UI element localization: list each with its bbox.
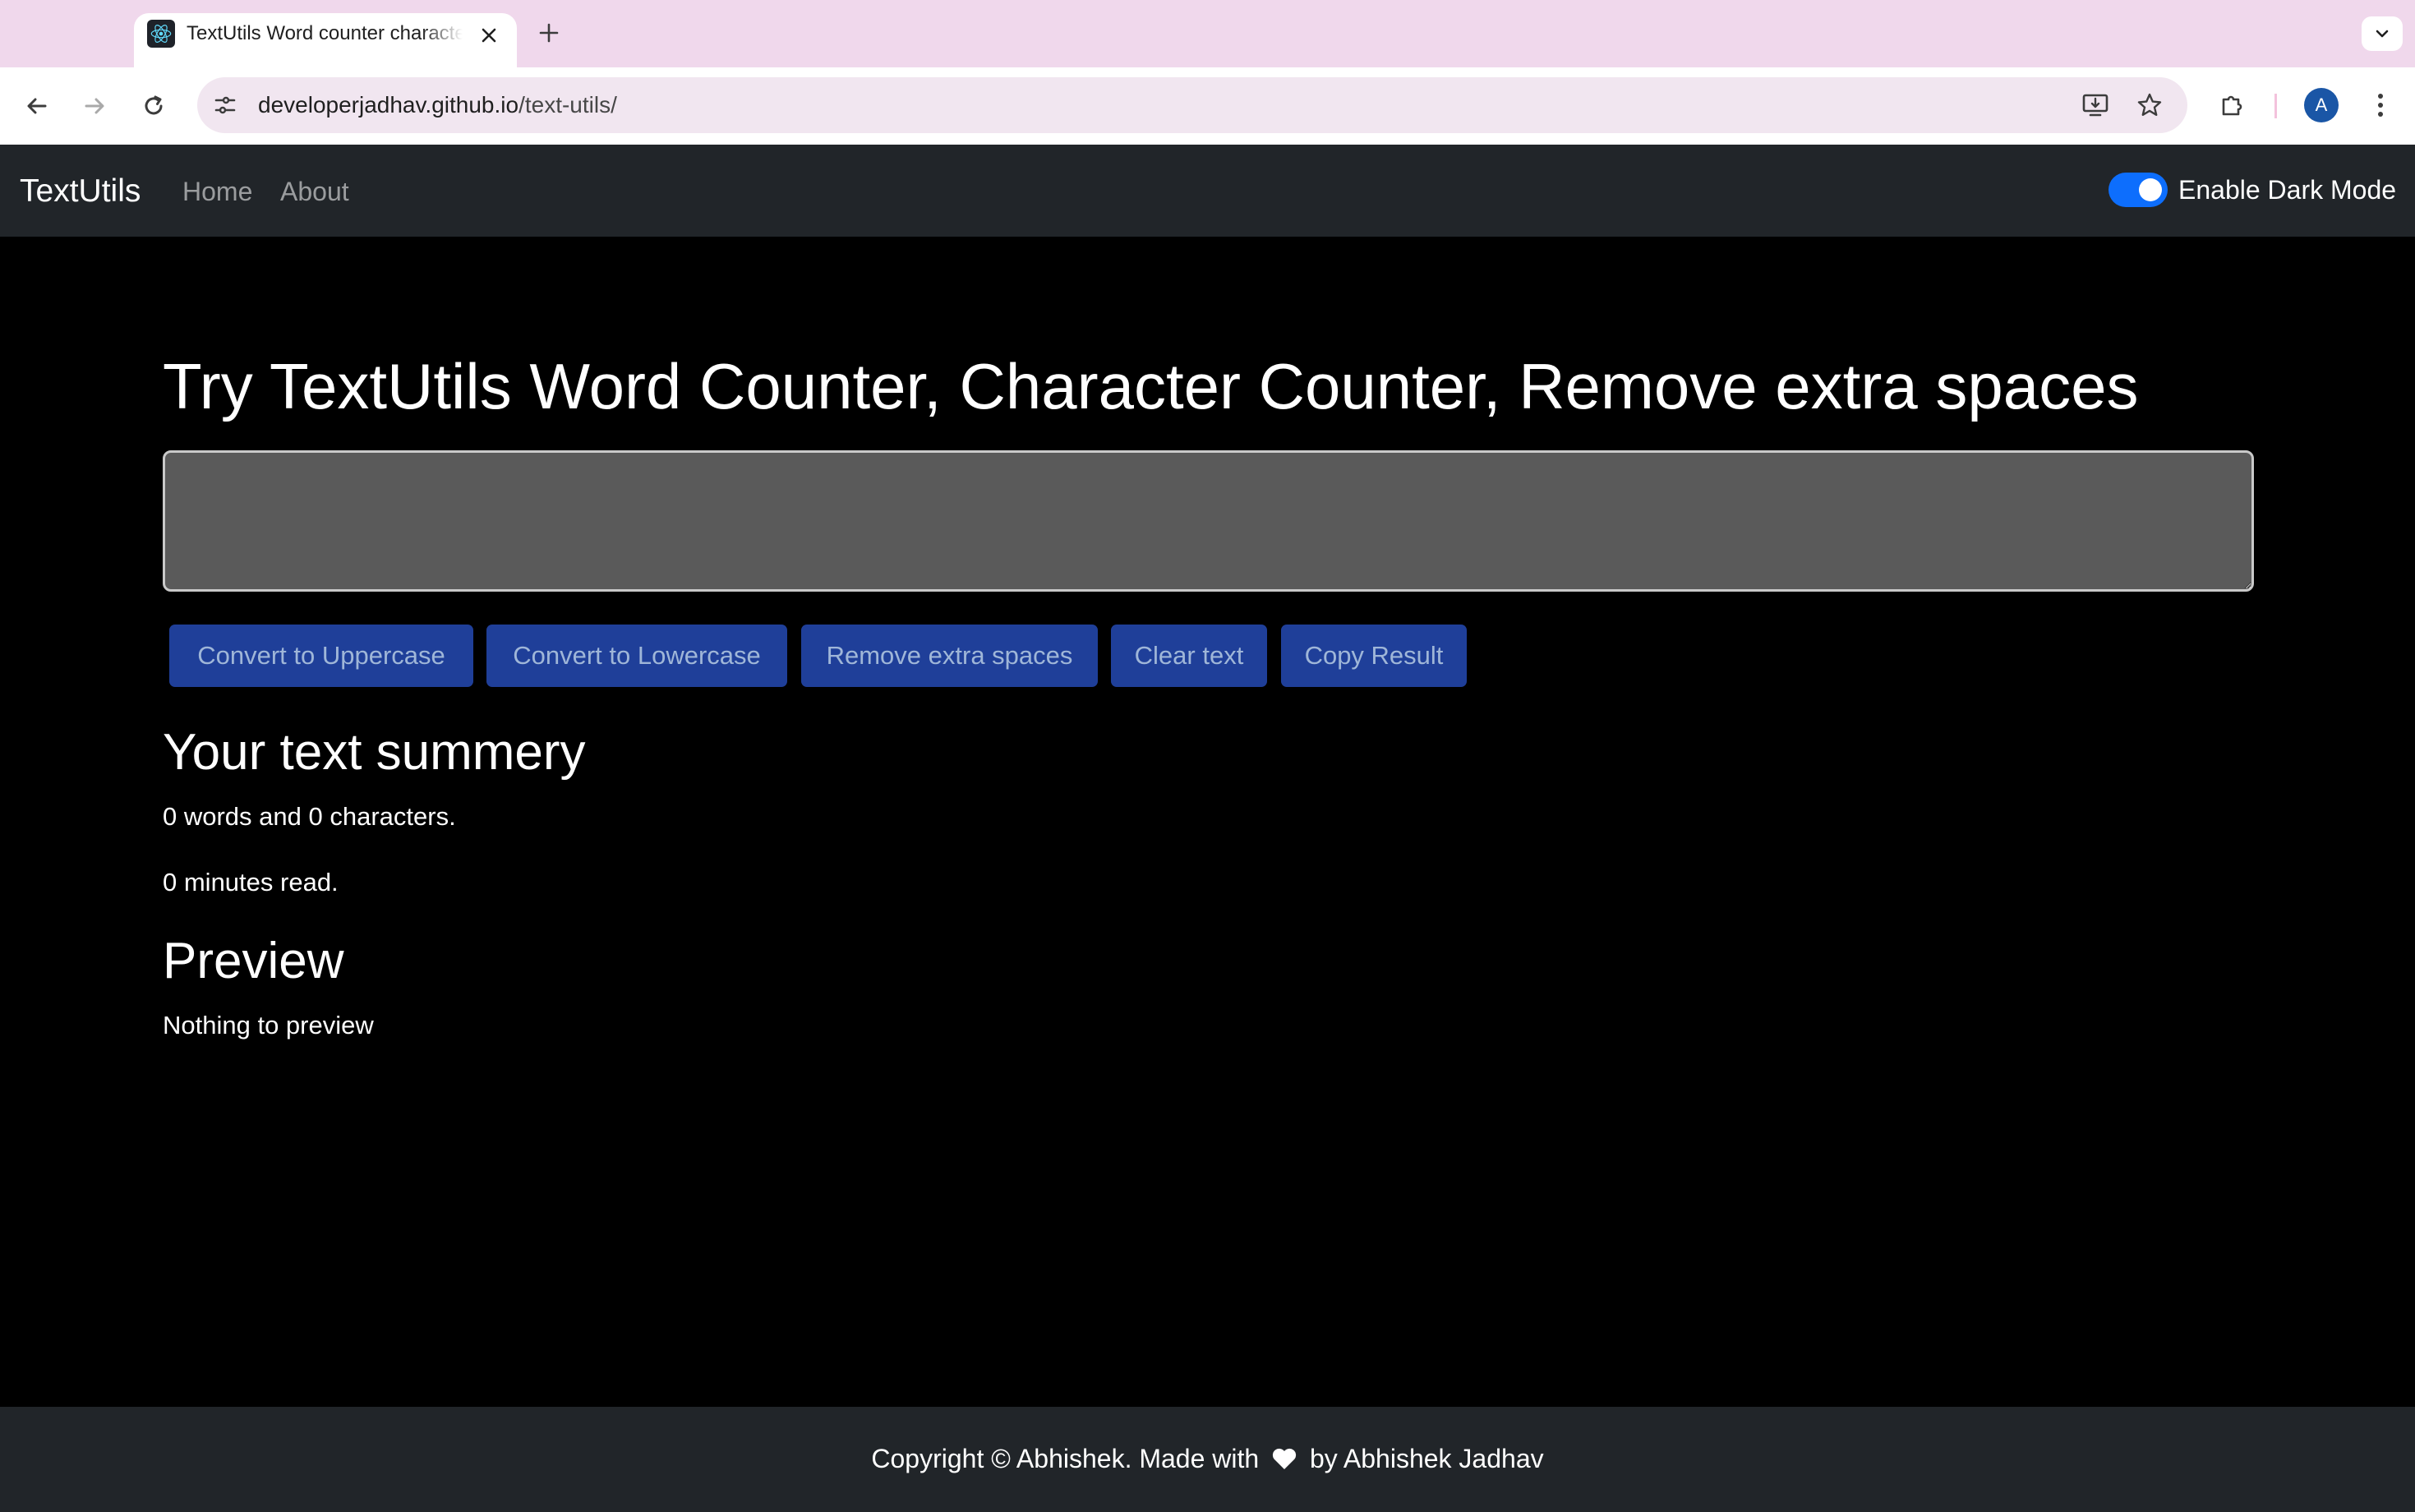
app-navbar bbox=[0, 145, 2415, 237]
url-text[interactable]: developerjadhav.github.io/text-utils/ bbox=[258, 89, 617, 122]
dark-mode-label[interactable]: Enable Dark Mode bbox=[2178, 171, 2396, 209]
nav-link-home[interactable]: Home bbox=[182, 173, 252, 210]
toolbar-separator bbox=[2274, 94, 2277, 118]
avatar[interactable]: A bbox=[2304, 88, 2339, 122]
preview-heading: Preview bbox=[163, 933, 344, 989]
star-icon[interactable] bbox=[2130, 85, 2169, 125]
toggle-knob bbox=[2139, 178, 2162, 201]
chevron-down-icon[interactable] bbox=[2362, 16, 2403, 51]
arrow-left-icon[interactable] bbox=[16, 85, 58, 127]
plus-icon[interactable] bbox=[532, 16, 565, 49]
footer-copyright: Copyright © Abhishek. Made with bbox=[871, 1444, 1260, 1473]
clear-text-button[interactable]: Clear text bbox=[1111, 625, 1267, 687]
read-time: 0 minutes read. bbox=[163, 868, 339, 897]
tab-title: TextUtils Word counter character counter bbox=[187, 22, 463, 44]
reload-icon[interactable] bbox=[133, 85, 174, 127]
page-title: Try TextUtils Word Counter, Character Co… bbox=[163, 350, 2139, 422]
preview-text: Nothing to preview bbox=[163, 1011, 374, 1040]
url-path: /text-utils/ bbox=[518, 92, 617, 118]
remove-spaces-button[interactable]: Remove extra spaces bbox=[801, 625, 1098, 687]
puzzle-icon[interactable] bbox=[2213, 85, 2252, 125]
kebab-menu-icon[interactable] bbox=[2361, 85, 2400, 125]
install-app-icon[interactable] bbox=[2076, 85, 2115, 125]
footer-text: Copyright © Abhishek. Made with by Abhis… bbox=[0, 1440, 2415, 1477]
footer-author: by Abhishek Jadhav bbox=[1309, 1444, 1544, 1473]
summary-counts: 0 words and 0 characters. bbox=[163, 802, 456, 831]
navbar-brand[interactable]: TextUtils bbox=[20, 171, 141, 212]
close-icon[interactable] bbox=[475, 21, 503, 49]
lowercase-button[interactable]: Convert to Lowercase bbox=[486, 625, 787, 687]
uppercase-button[interactable]: Convert to Uppercase bbox=[169, 625, 473, 687]
dark-mode-toggle[interactable] bbox=[2109, 173, 2168, 207]
heart-icon bbox=[1271, 1442, 1297, 1480]
react-logo-icon bbox=[147, 20, 175, 48]
text-input[interactable] bbox=[163, 450, 2254, 592]
url-domain: developerjadhav.github.io bbox=[258, 92, 519, 118]
nav-link-about[interactable]: About bbox=[280, 173, 349, 210]
tune-icon[interactable] bbox=[209, 87, 242, 123]
arrow-right-icon[interactable] bbox=[74, 85, 115, 127]
summary-heading: Your text summery bbox=[163, 724, 586, 781]
copy-result-button[interactable]: Copy Result bbox=[1281, 625, 1467, 687]
